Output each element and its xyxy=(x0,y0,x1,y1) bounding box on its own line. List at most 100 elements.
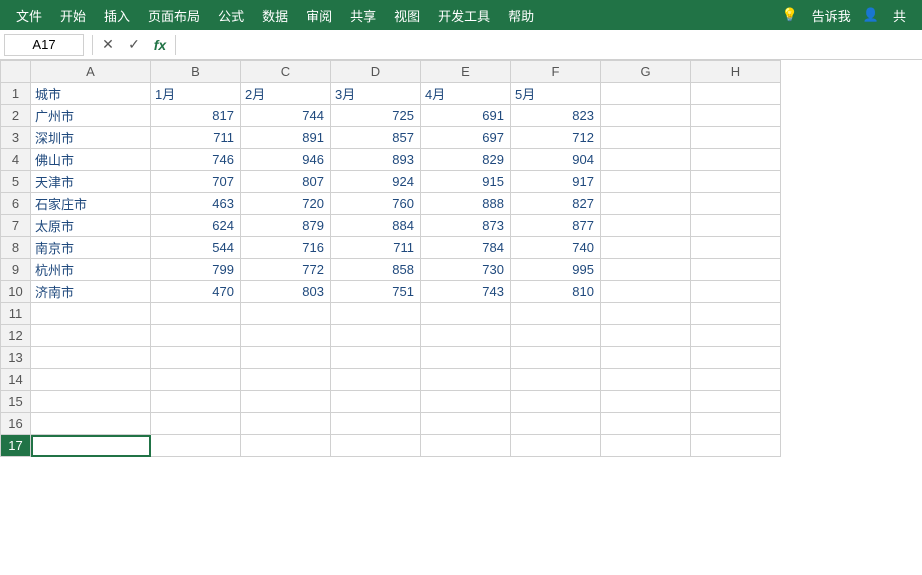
menu-insert[interactable]: 插入 xyxy=(96,2,138,29)
cell-C9[interactable]: 772 xyxy=(241,259,331,281)
cell-G9[interactable] xyxy=(601,259,691,281)
cell-D9[interactable]: 858 xyxy=(331,259,421,281)
cell-H11[interactable] xyxy=(691,303,781,325)
cell-F3[interactable]: 712 xyxy=(511,127,601,149)
cell-H15[interactable] xyxy=(691,391,781,413)
cell-C16[interactable] xyxy=(241,413,331,435)
cell-F6[interactable]: 827 xyxy=(511,193,601,215)
cell-A10[interactable]: 济南市 xyxy=(31,281,151,303)
cell-B2[interactable]: 817 xyxy=(151,105,241,127)
menu-share-user[interactable]: 共 xyxy=(885,2,914,29)
cell-H7[interactable] xyxy=(691,215,781,237)
cell-D4[interactable]: 893 xyxy=(331,149,421,171)
cell-C2[interactable]: 744 xyxy=(241,105,331,127)
cell-D11[interactable] xyxy=(331,303,421,325)
cell-H4[interactable] xyxy=(691,149,781,171)
cell-B16[interactable] xyxy=(151,413,241,435)
cell-E5[interactable]: 915 xyxy=(421,171,511,193)
menu-view[interactable]: 视图 xyxy=(386,2,428,29)
cell-A7[interactable]: 太原市 xyxy=(31,215,151,237)
col-header-f[interactable]: F xyxy=(511,61,601,83)
cell-A11[interactable] xyxy=(31,303,151,325)
cell-E8[interactable]: 784 xyxy=(421,237,511,259)
cell-F13[interactable] xyxy=(511,347,601,369)
cell-G6[interactable] xyxy=(601,193,691,215)
row-number[interactable]: 15 xyxy=(1,391,31,413)
row-number[interactable]: 1 xyxy=(1,83,31,105)
cell-H9[interactable] xyxy=(691,259,781,281)
cell-D2[interactable]: 725 xyxy=(331,105,421,127)
cell-A15[interactable] xyxy=(31,391,151,413)
cell-B4[interactable]: 746 xyxy=(151,149,241,171)
row-number[interactable]: 5 xyxy=(1,171,31,193)
cell-D16[interactable] xyxy=(331,413,421,435)
row-number[interactable]: 8 xyxy=(1,237,31,259)
cell-G16[interactable] xyxy=(601,413,691,435)
cell-H10[interactable] xyxy=(691,281,781,303)
cell-H12[interactable] xyxy=(691,325,781,347)
menu-share[interactable]: 共享 xyxy=(342,2,384,29)
cell-F5[interactable]: 917 xyxy=(511,171,601,193)
cell-E2[interactable]: 691 xyxy=(421,105,511,127)
cell-E3[interactable]: 697 xyxy=(421,127,511,149)
menu-review[interactable]: 审阅 xyxy=(298,2,340,29)
cell-C15[interactable] xyxy=(241,391,331,413)
cell-D13[interactable] xyxy=(331,347,421,369)
col-header-e[interactable]: E xyxy=(421,61,511,83)
menu-formula[interactable]: 公式 xyxy=(210,2,252,29)
cell-C17[interactable] xyxy=(241,435,331,457)
cell-F14[interactable] xyxy=(511,369,601,391)
formula-function-icon[interactable]: fx xyxy=(149,34,171,56)
cell-F4[interactable]: 904 xyxy=(511,149,601,171)
cell-B8[interactable]: 544 xyxy=(151,237,241,259)
cell-C10[interactable]: 803 xyxy=(241,281,331,303)
cell-H1[interactable] xyxy=(691,83,781,105)
menu-devtools[interactable]: 开发工具 xyxy=(430,2,498,29)
cell-G5[interactable] xyxy=(601,171,691,193)
cell-F10[interactable]: 810 xyxy=(511,281,601,303)
col-header-h[interactable]: H xyxy=(691,61,781,83)
cell-A3[interactable]: 深圳市 xyxy=(31,127,151,149)
cell-D15[interactable] xyxy=(331,391,421,413)
row-number[interactable]: 6 xyxy=(1,193,31,215)
cell-C11[interactable] xyxy=(241,303,331,325)
row-number[interactable]: 2 xyxy=(1,105,31,127)
cell-B1[interactable]: 1月 xyxy=(151,83,241,105)
cell-H6[interactable] xyxy=(691,193,781,215)
cell-G13[interactable] xyxy=(601,347,691,369)
cell-D1[interactable]: 3月 xyxy=(331,83,421,105)
cell-B10[interactable]: 470 xyxy=(151,281,241,303)
cell-D7[interactable]: 884 xyxy=(331,215,421,237)
cell-A4[interactable]: 佛山市 xyxy=(31,149,151,171)
cell-H8[interactable] xyxy=(691,237,781,259)
cell-F17[interactable] xyxy=(511,435,601,457)
cell-E13[interactable] xyxy=(421,347,511,369)
cell-H14[interactable] xyxy=(691,369,781,391)
row-number[interactable]: 16 xyxy=(1,413,31,435)
cell-C5[interactable]: 807 xyxy=(241,171,331,193)
cell-C6[interactable]: 720 xyxy=(241,193,331,215)
col-header-c[interactable]: C xyxy=(241,61,331,83)
formula-confirm-icon[interactable]: ✓ xyxy=(123,34,145,56)
cell-A1[interactable]: 城市 xyxy=(31,83,151,105)
col-header-a[interactable]: A xyxy=(31,61,151,83)
col-header-b[interactable]: B xyxy=(151,61,241,83)
cell-G14[interactable] xyxy=(601,369,691,391)
cell-G1[interactable] xyxy=(601,83,691,105)
cell-F8[interactable]: 740 xyxy=(511,237,601,259)
cell-E6[interactable]: 888 xyxy=(421,193,511,215)
cell-E15[interactable] xyxy=(421,391,511,413)
row-number[interactable]: 13 xyxy=(1,347,31,369)
row-number[interactable]: 11 xyxy=(1,303,31,325)
cell-E14[interactable] xyxy=(421,369,511,391)
cell-C4[interactable]: 946 xyxy=(241,149,331,171)
cell-A13[interactable] xyxy=(31,347,151,369)
cell-E16[interactable] xyxy=(421,413,511,435)
menu-home[interactable]: 开始 xyxy=(52,2,94,29)
cell-G3[interactable] xyxy=(601,127,691,149)
cell-C12[interactable] xyxy=(241,325,331,347)
cell-H5[interactable] xyxy=(691,171,781,193)
cell-E9[interactable]: 730 xyxy=(421,259,511,281)
cell-D8[interactable]: 711 xyxy=(331,237,421,259)
cell-G17[interactable] xyxy=(601,435,691,457)
